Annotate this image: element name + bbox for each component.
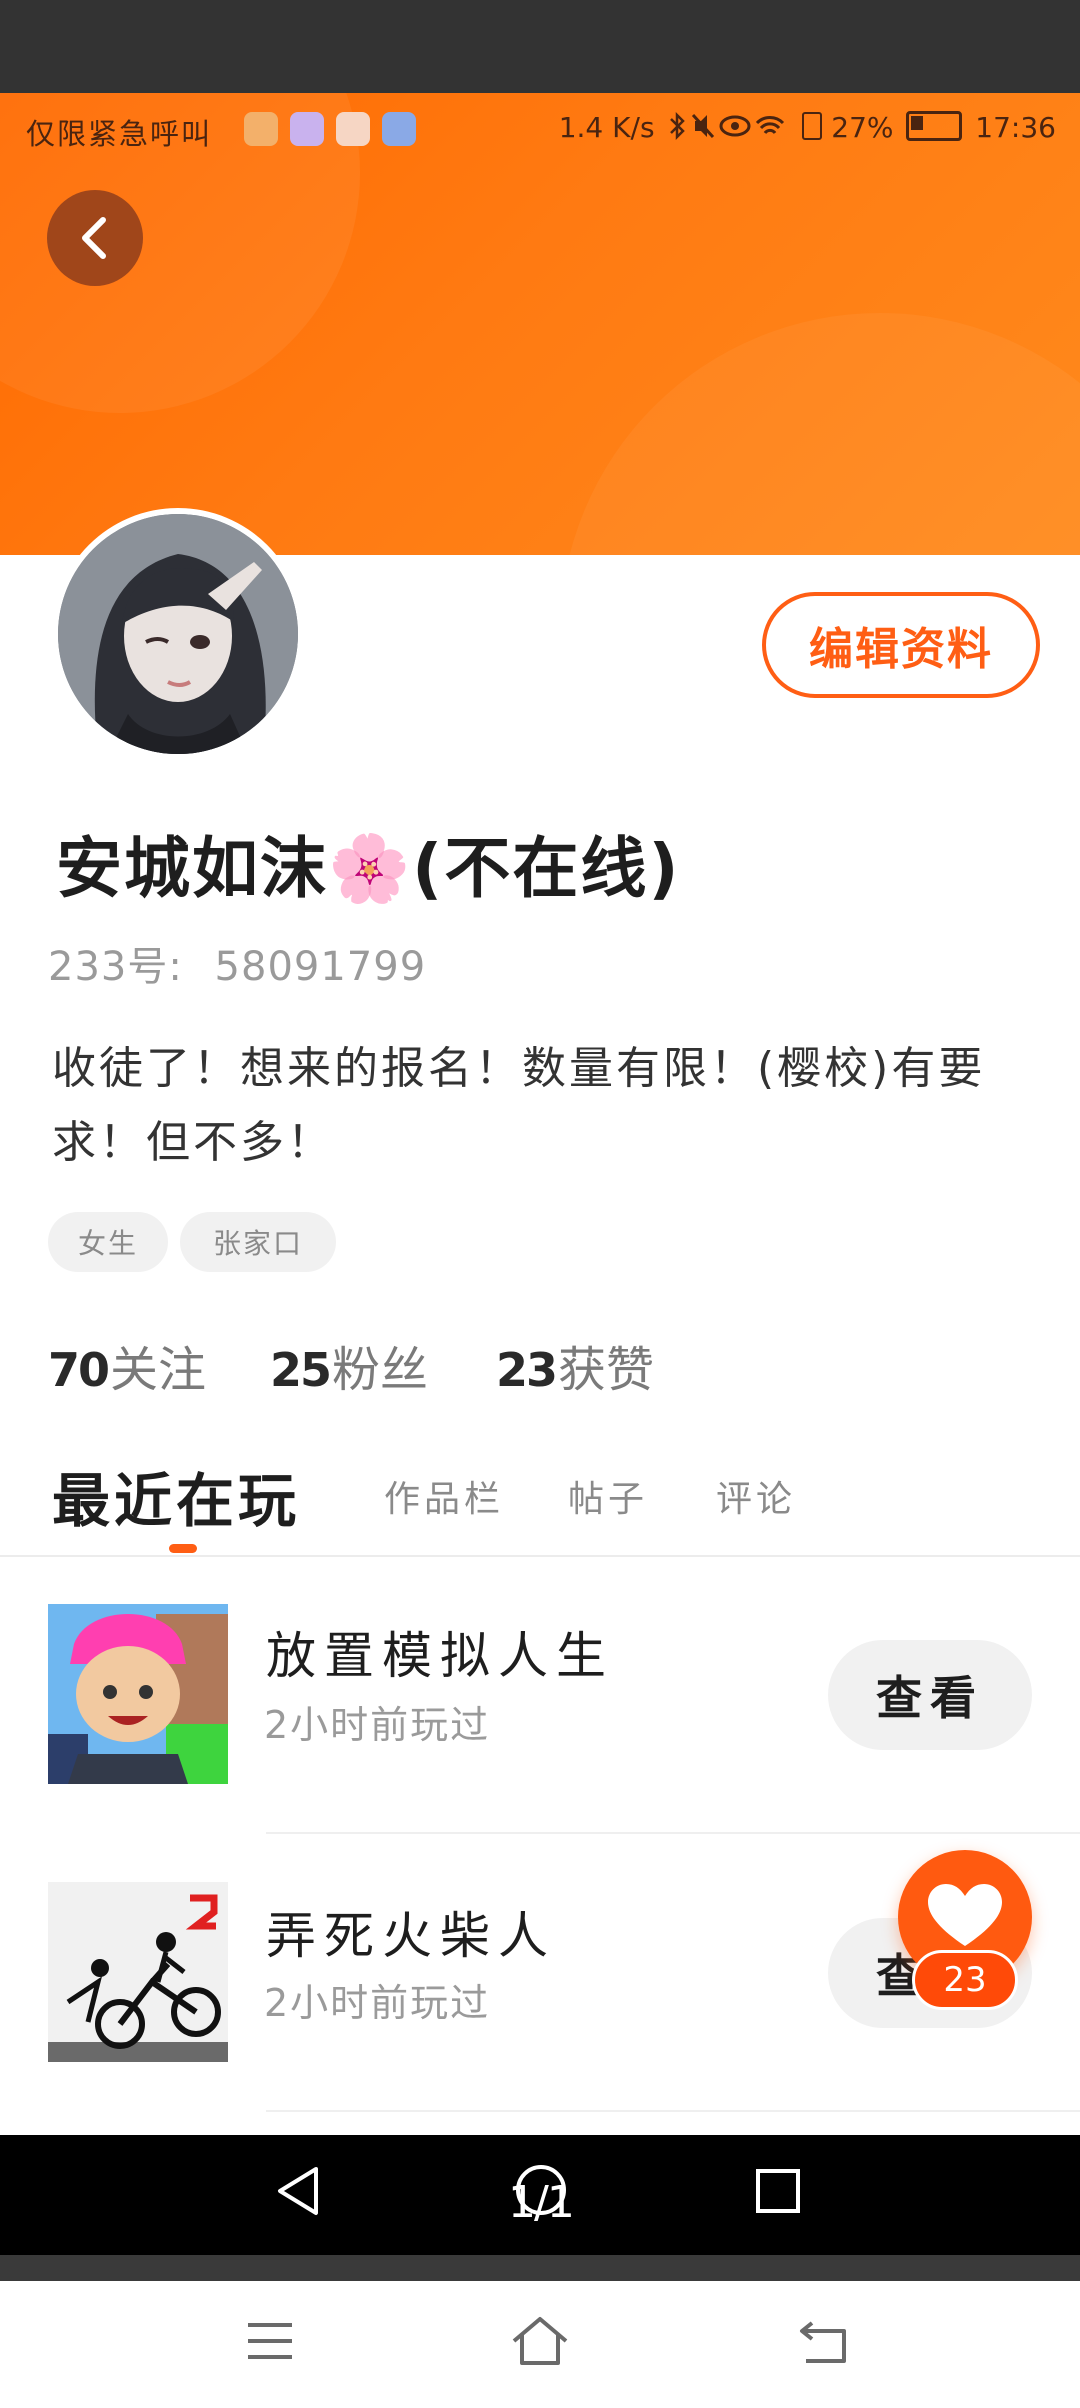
network-speed: 1.4 K/s	[558, 111, 655, 144]
message-icon	[336, 112, 370, 146]
back-button[interactable]	[47, 190, 143, 286]
game-last-played: 2小时前玩过	[264, 1703, 491, 1747]
status-bar: 仅限紧急呼叫 1.4 K/s 27% 17:36	[0, 93, 1080, 169]
tabs-divider	[0, 1555, 1080, 1557]
battery-saver-icon	[802, 112, 823, 140]
stat-followers-value: 25	[270, 1343, 332, 1397]
stat-likes[interactable]: 23获赞	[496, 1330, 654, 1400]
game-last-played: 2小时前玩过	[264, 1981, 491, 2025]
user-id-label: 233号:	[48, 944, 183, 990]
stat-followers-label: 粉丝	[332, 1342, 429, 1398]
connectivity-icons	[670, 111, 785, 141]
app-notification-icon	[244, 112, 278, 146]
battery-icon	[906, 111, 963, 141]
stat-followers[interactable]: 25粉丝	[270, 1330, 428, 1400]
viewer-divider	[0, 2255, 1080, 2281]
tab-recent-play[interactable]: 最近在玩	[52, 1454, 300, 1538]
tab-posts[interactable]: 帖子	[568, 1470, 648, 1522]
status-right-group: 1.4 K/s 27% 17:36	[559, 111, 1056, 144]
chevron-left-icon	[82, 217, 106, 259]
nav-recents-icon[interactable]	[754, 2167, 802, 2215]
return-icon[interactable]	[798, 2319, 850, 2365]
viewer-toolbar	[0, 2281, 1080, 2408]
battery-percent: 27%	[831, 111, 894, 144]
home-icon[interactable]	[510, 2315, 570, 2367]
stickman-thumbnail	[48, 1882, 228, 2062]
stat-likes-value: 23	[496, 1343, 558, 1397]
avatar[interactable]	[58, 514, 298, 754]
window-top-bar	[0, 0, 1080, 93]
tag-gender: 女生	[48, 1212, 168, 1272]
tab-comments[interactable]: 评论	[716, 1470, 796, 1522]
idle-life-thumbnail	[48, 1604, 228, 1784]
menu-icon[interactable]	[246, 2319, 294, 2363]
username: 安城如沫🌸(不在线)	[56, 830, 681, 907]
edit-profile-button[interactable]: 编辑资料	[762, 592, 1040, 698]
nav-back-icon[interactable]	[272, 2163, 326, 2219]
stat-following-value: 70	[48, 1343, 110, 1397]
bio-text: 收徒了！想来的报名！数量有限！(樱校)有要求！但不多！	[52, 1043, 986, 1168]
carrier-text: 仅限紧急呼叫	[26, 117, 213, 151]
page-indicator: 1/1	[508, 2177, 575, 2228]
stat-following-label: 关注	[110, 1342, 207, 1398]
list-item-game[interactable]: 放置模拟人生 2小时前玩过 查看	[0, 1558, 1080, 1834]
tab-works[interactable]: 作品栏	[384, 1470, 504, 1522]
avatar-illustration	[58, 514, 298, 754]
view-game-button[interactable]: 查看	[828, 1640, 1032, 1750]
user-id: 233号: 58091799	[48, 934, 426, 992]
browser-icon	[382, 112, 416, 146]
row-divider	[266, 2110, 1080, 2112]
active-tab-indicator	[169, 1544, 197, 1553]
stat-following[interactable]: 70关注	[48, 1330, 206, 1400]
game-title: 弄死火柴人	[266, 1907, 556, 1965]
profile-tabs: 最近在玩 作品栏 帖子 评论	[0, 1448, 1080, 1556]
game-title: 放置模拟人生	[266, 1627, 614, 1685]
tag-location: 张家口	[180, 1212, 336, 1272]
user-id-value: 58091799	[214, 944, 427, 990]
music-icon	[290, 112, 324, 146]
like-count-badge: 23	[912, 1950, 1018, 2010]
stat-likes-label: 获赞	[558, 1342, 655, 1398]
clock: 17:36	[975, 111, 1056, 144]
